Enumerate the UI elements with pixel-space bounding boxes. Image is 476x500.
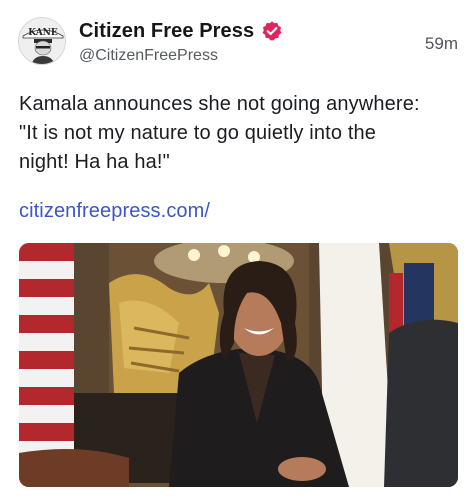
avatar-image: KANE [19,18,65,64]
author-avatar[interactable]: KANE [18,17,66,65]
post-text: Kamala announces she not going anywhere:… [19,93,420,173]
post-card[interactable]: KANE Citizen Free Press @CitizenFreePres… [0,0,476,500]
author-name-row: Citizen Free Press [79,18,283,44]
avatar-lettering: KANE [28,28,58,38]
post-timestamp[interactable]: 59m [425,34,458,54]
author-handle[interactable]: @CitizenFreePress [79,47,218,65]
photo-image [19,243,458,487]
post-link[interactable]: citizenfreepress.com/ [19,200,210,223]
verified-badge-icon [261,20,283,42]
post-media-photo[interactable] [19,243,458,487]
author-display-name[interactable]: Citizen Free Press [79,20,254,43]
